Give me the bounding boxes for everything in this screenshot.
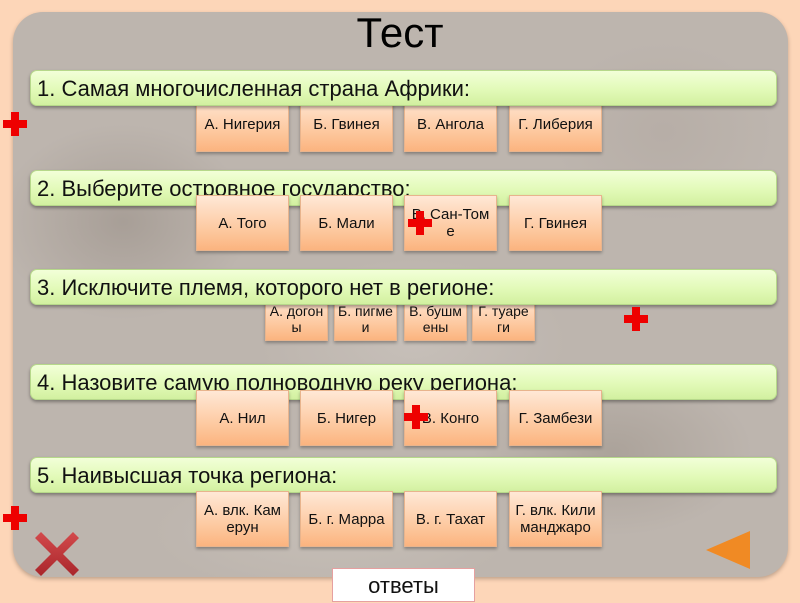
question-1: 1. Самая многочисленная страна Африки: <box>30 70 777 106</box>
close-x-icon[interactable] <box>33 530 81 578</box>
plus-icon[interactable] <box>623 306 649 332</box>
plus-icon[interactable] <box>2 111 28 137</box>
question-3: 3. Исключите племя, которого нет в регио… <box>30 269 777 305</box>
plus-icon[interactable] <box>2 505 28 531</box>
q5-option-a[interactable]: А. влк. Камерун <box>196 491 289 547</box>
q5-option-c[interactable]: В. г. Тахат <box>404 491 497 547</box>
q2-option-b[interactable]: Б. Мали <box>300 195 393 251</box>
q5-option-b[interactable]: Б. г. Марра <box>300 491 393 547</box>
question-5: 5. Наивысшая точка региона: <box>30 457 777 493</box>
q4-option-d[interactable]: Г. Замбези <box>509 390 602 446</box>
q2-option-d[interactable]: Г. Гвинея <box>509 195 602 251</box>
q4-option-a[interactable]: А. Нил <box>196 390 289 446</box>
q4-option-b[interactable]: Б. Нигер <box>300 390 393 446</box>
triangle-left-icon[interactable] <box>706 531 750 569</box>
q5-option-d[interactable]: Г. влк. Килиманджаро <box>509 491 602 547</box>
answers-button[interactable]: ответы <box>332 568 475 602</box>
q2-option-a[interactable]: А. Того <box>196 195 289 251</box>
page-title: Тест <box>356 9 444 56</box>
plus-icon[interactable] <box>403 404 429 430</box>
plus-icon[interactable] <box>407 210 433 236</box>
